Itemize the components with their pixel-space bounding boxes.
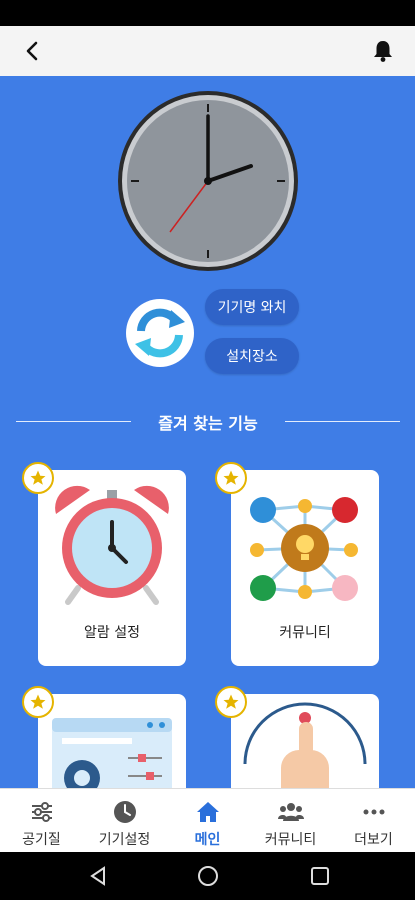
card-label: 알람 설정: [84, 625, 140, 641]
system-nav-bar: [0, 852, 415, 900]
bottom-nav: 공기질 기기설정 메인 커뮤니티 더보기: [0, 788, 415, 852]
star-icon[interactable]: [22, 686, 54, 718]
tab-label: 더보기: [354, 832, 393, 848]
status-bar: [0, 0, 415, 26]
tab-label: 기기설정: [98, 832, 151, 848]
device-name-pill[interactable]: 기기명 와치: [205, 289, 299, 325]
tab-more[interactable]: 더보기: [332, 789, 415, 852]
home-icon: [196, 802, 219, 822]
bell-icon[interactable]: [370, 38, 396, 64]
tab-device-settings[interactable]: 기기설정: [83, 789, 166, 852]
sync-icon[interactable]: [125, 298, 195, 368]
card-touch[interactable]: [231, 694, 379, 788]
alarm-clock-icon: [55, 485, 169, 605]
home-circle-icon[interactable]: [196, 864, 220, 888]
card-community[interactable]: 커뮤니티: [231, 470, 379, 666]
recents-square-icon[interactable]: [308, 864, 332, 888]
card-settings[interactable]: [38, 694, 186, 788]
more-icon: [363, 809, 384, 815]
tab-air-quality[interactable]: 공기질: [0, 789, 83, 852]
main-content: 기기명 와치 설치장소 즐겨 찾는 기능 알람 설정 커뮤니티: [0, 76, 415, 788]
settings-panel-icon: [52, 718, 172, 788]
location-pill[interactable]: 설치장소: [205, 338, 299, 374]
divider: [16, 421, 131, 422]
star-icon[interactable]: [22, 462, 54, 494]
divider: [285, 421, 400, 422]
star-icon[interactable]: [215, 462, 247, 494]
tab-label: 커뮤니티: [264, 832, 317, 848]
network-icon: [250, 497, 358, 601]
tab-community[interactable]: 커뮤니티: [249, 789, 332, 852]
app-bar: [0, 26, 415, 76]
analog-clock: [118, 91, 298, 271]
favorites-header: 즐겨 찾는 기능: [16, 406, 400, 436]
star-icon[interactable]: [215, 686, 247, 718]
tab-label: 메인: [194, 832, 221, 848]
touch-gauge-icon: [243, 702, 367, 788]
sliders-icon: [31, 802, 52, 822]
chevron-left-icon[interactable]: [20, 38, 46, 64]
people-icon: [277, 803, 304, 821]
back-triangle-icon[interactable]: [86, 864, 110, 888]
clock-icon: [113, 801, 136, 823]
tab-label: 공기질: [22, 832, 61, 848]
favorites-title: 즐겨 찾는 기능: [158, 414, 258, 433]
card-label: 커뮤니티: [279, 625, 331, 641]
card-alarm[interactable]: 알람 설정: [38, 470, 186, 666]
tab-main[interactable]: 메인: [166, 789, 249, 852]
